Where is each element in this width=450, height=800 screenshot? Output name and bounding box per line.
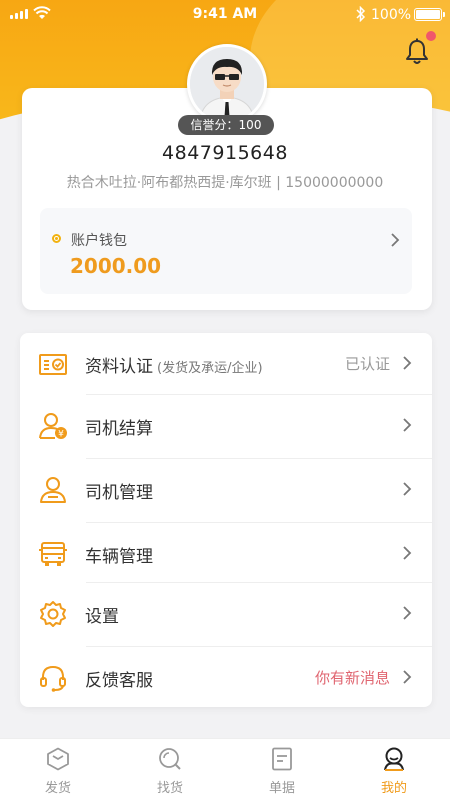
bluetooth-icon (356, 6, 366, 22)
menu-label: 反馈客服 (85, 671, 153, 691)
bottom-tab-bar: 发货 找货 单据 我的 (0, 738, 450, 800)
gear-icon (40, 601, 66, 627)
avatar-person-icon (190, 47, 264, 121)
new-message-status: 你有新消息 (314, 669, 390, 687)
chevron-right-icon (403, 356, 412, 370)
chevron-right-icon (391, 233, 400, 247)
status-bar: 9:41 AM 100% (0, 0, 450, 30)
menu-label: 司机管理 (85, 483, 153, 503)
menu-item-vehicle-management[interactable]: 车辆管理 (20, 523, 432, 583)
verification-status: 已认证 (344, 355, 390, 373)
headset-icon (40, 665, 66, 692)
tab-label: 我的 (380, 781, 407, 796)
avatar[interactable] (187, 44, 267, 124)
tab-find-goods[interactable]: 找货 (114, 739, 226, 800)
truck-icon (39, 542, 67, 566)
user-name-phone: 热合木吐拉·阿布都热西提·库尔班 | 15000000000 (66, 175, 384, 191)
tab-mine[interactable]: 我的 (338, 739, 450, 800)
profile-icon (384, 747, 404, 771)
driver-settlement-icon: ¥ (39, 413, 67, 440)
menu-label: 资料认证 (发货及承运/企业) (85, 357, 263, 377)
menu-label: 设置 (85, 607, 119, 627)
user-id: 4847915648 (162, 142, 288, 164)
driver-icon (40, 477, 66, 503)
menu-item-driver-management[interactable]: 司机管理 (20, 459, 432, 523)
credit-score-label: 信誉分： (190, 118, 239, 132)
wallet-row[interactable]: 账户钱包 2000.00 (40, 208, 412, 294)
menu-card: 资料认证 (发货及承运/企业) 已认证 ¥ 司机结算 司机管理 车辆管理 设置 … (20, 333, 432, 707)
tab-label: 找货 (156, 781, 183, 796)
tab-ship[interactable]: 发货 (2, 739, 114, 800)
chevron-right-icon (403, 606, 412, 620)
menu-item-driver-settlement[interactable]: ¥ 司机结算 (20, 395, 432, 459)
svg-text:¥: ¥ (58, 430, 64, 440)
notification-dot (426, 31, 436, 41)
wallet-label: 账户钱包 (71, 233, 127, 249)
menu-item-settings[interactable]: 设置 (20, 583, 432, 647)
menu-label: 司机结算 (85, 419, 153, 439)
bell-icon[interactable] (404, 38, 430, 66)
menu-sublabel: (发货及承运/企业) (157, 361, 263, 376)
tab-label: 单据 (268, 781, 295, 796)
menu-label: 车辆管理 (85, 547, 153, 567)
ship-box-icon (47, 747, 69, 771)
menu-item-verification[interactable]: 资料认证 (发货及承运/企业) 已认证 (20, 333, 432, 395)
document-icon (272, 747, 292, 771)
tab-documents[interactable]: 单据 (226, 739, 338, 800)
battery-icon (414, 8, 445, 21)
search-icon (159, 748, 181, 770)
wallet-dot-icon (52, 234, 61, 243)
chevron-right-icon (403, 546, 412, 560)
chevron-right-icon (403, 670, 412, 684)
chevron-right-icon (403, 482, 412, 496)
credit-score-value: 100 (238, 118, 262, 132)
battery-percent: 100% (371, 7, 412, 23)
chevron-right-icon (403, 418, 412, 432)
credit-score-badge: 信誉分：100 (178, 115, 274, 135)
menu-item-feedback[interactable]: 反馈客服 你有新消息 (20, 647, 432, 707)
wallet-amount: 2000.00 (70, 254, 162, 278)
tab-label: 发货 (44, 781, 71, 796)
id-card-icon (39, 354, 67, 375)
